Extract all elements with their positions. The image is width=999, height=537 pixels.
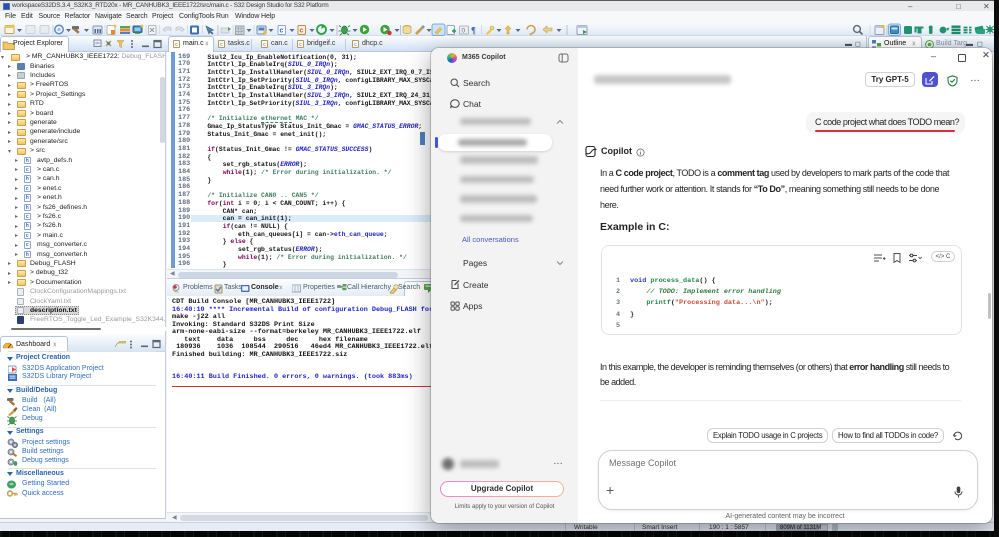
svg-text:0: 0 xyxy=(462,27,466,34)
svg-text:c: c xyxy=(300,27,304,34)
svg-text:c: c xyxy=(280,27,284,34)
svg-text:¶: ¶ xyxy=(471,25,476,35)
